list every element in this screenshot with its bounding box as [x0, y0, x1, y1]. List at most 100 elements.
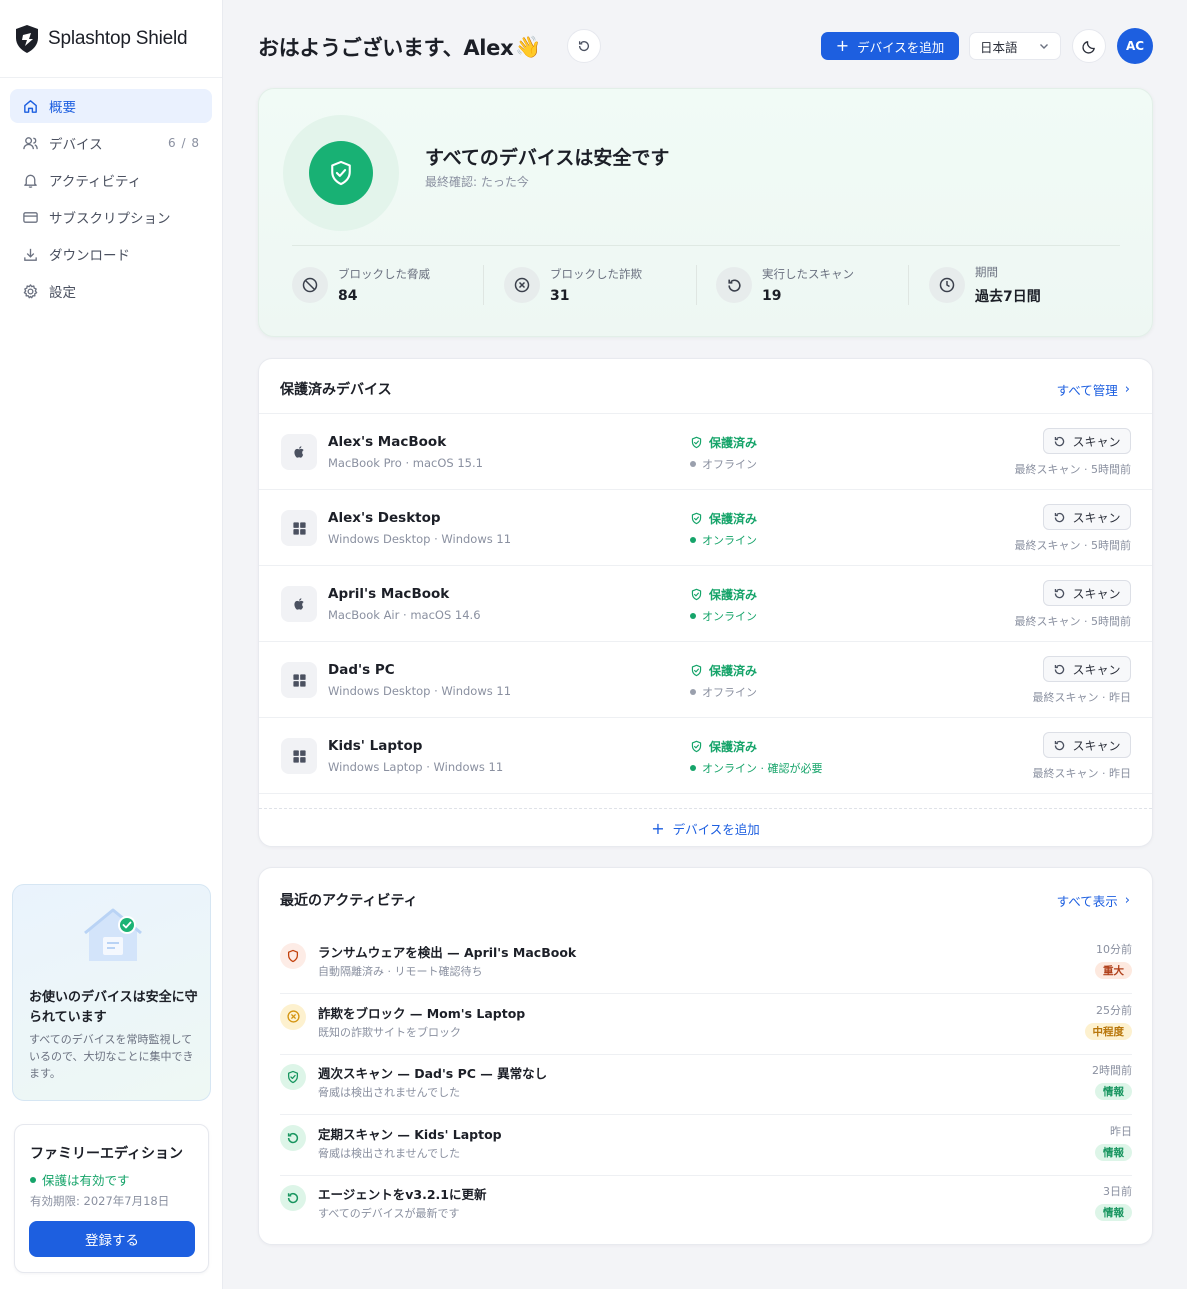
scan-button[interactable]: スキャン	[1043, 428, 1131, 454]
stat-value: 過去7日間	[975, 289, 1041, 305]
page-title: おはようございます、Alex 👋	[258, 32, 542, 62]
device-row[interactable]: Alex's Desktop Windows Desktop · Windows …	[259, 490, 1152, 566]
shield-check-icon	[331, 160, 351, 186]
activity-title: 定期スキャン — Kids' Laptop	[318, 1126, 502, 1142]
connection-label: オフライン	[702, 686, 757, 699]
shield-check-icon	[691, 588, 702, 601]
stat-text: 期間 過去7日間	[975, 264, 1041, 306]
device-os-icon	[281, 434, 317, 470]
clock-icon	[939, 277, 955, 293]
manage-all-link[interactable]: すべて管理 ›	[1057, 380, 1130, 399]
device-row[interactable]: Kids' Laptop Windows Laptop · Windows 11 保…	[259, 718, 1152, 794]
stat-value: 31	[550, 288, 570, 304]
bell-icon	[24, 174, 37, 188]
device-meta: Windows Laptop · Windows 11	[328, 760, 504, 774]
view-all-label: すべて表示	[1056, 894, 1118, 909]
brand[interactable]: Splashtop Shield	[0, 0, 222, 78]
protection-promo: お使いのデバイスは安全に守られています すべてのデバイスを常時監視しているので、…	[12, 884, 211, 1101]
protection-status: 保護済み	[690, 738, 757, 755]
activity-item[interactable]: 詐欺をブロック — Mom's Laptop 既知の詐欺サイトをブロック 25分前中…	[280, 995, 1132, 1055]
protection-label: 保護済み	[709, 436, 758, 450]
add-device-button[interactable]: + デバイスを追加	[821, 32, 959, 60]
stat-icon-wrap	[929, 267, 965, 303]
activity-detail: 既知の詐欺サイトをブロック	[318, 1025, 461, 1039]
activity-detail: 脅威は検出されませんでした	[318, 1086, 461, 1099]
refresh-icon	[1055, 740, 1065, 750]
status-dot	[690, 613, 696, 619]
scan-label: スキャン	[1072, 434, 1121, 449]
shield-check-icon	[691, 512, 702, 525]
scan-button[interactable]: スキャン	[1043, 580, 1131, 606]
activity-item[interactable]: ランサムウェアを検出 — April's MacBook 自動隔離済み · リモー…	[280, 934, 1132, 994]
sidebar-item-settings[interactable]: 設定	[10, 274, 212, 308]
sidebar-item-overview[interactable]: 概要	[10, 89, 212, 123]
device-name: Alex's MacBook	[328, 434, 447, 450]
protected-devices-card: 保護済みデバイス すべて管理 › Alex's MacBook MacBook Pr…	[258, 358, 1153, 847]
status-dot	[690, 689, 696, 695]
activity-item[interactable]: 定期スキャン — Kids' Laptop 脅威は検出されませんでした 昨日 情報	[280, 1116, 1132, 1176]
chevron-down-icon	[1040, 44, 1048, 49]
refresh-button[interactable]	[567, 29, 601, 63]
activity-icon	[280, 943, 306, 969]
last-scan-time: 最終スキャン · 昨日	[1032, 691, 1132, 704]
device-row[interactable]: April's MacBook MacBook Air · macOS 14.6 保…	[259, 566, 1152, 642]
protection-status: 保護済み	[690, 434, 757, 451]
activity-title: ランサムウェアを検出 — April's MacBook	[318, 945, 577, 960]
sidebar-item-activity[interactable]: アクティビティ	[10, 163, 212, 197]
avatar[interactable]: AC	[1117, 28, 1153, 64]
apple-icon	[294, 598, 304, 610]
activity-icon	[280, 1124, 306, 1151]
security-status-card: すべてのデバイスは安全です 最終確認: たった今 ブロックした脅威 84 ブロッ…	[258, 88, 1153, 337]
activity-detail: 自動隔離済み · リモート確認待ち	[318, 965, 483, 978]
status-subtitle: 最終確認: たった今	[425, 175, 529, 189]
sidebar-item-download[interactable]: ダウンロード	[10, 237, 212, 271]
scan-button[interactable]: スキャン	[1043, 504, 1131, 530]
shield-check-icon	[287, 1070, 299, 1084]
sidebar-item-devices[interactable]: デバイス 6 / 8	[10, 126, 212, 160]
apple-icon	[294, 446, 304, 458]
plan-status: 保護は有効です	[30, 1170, 130, 1189]
stat-icon-wrap	[504, 267, 540, 303]
stat-text: 実行したスキャン 19	[762, 266, 854, 304]
device-row[interactable]: Alex's MacBook MacBook Pro · macOS 15.1 保護…	[259, 414, 1152, 490]
scan-button[interactable]: スキャン	[1043, 732, 1131, 758]
sidebar-item-label: デバイス	[49, 137, 103, 153]
device-row[interactable]: Dad's PC Windows Desktop · Windows 11 保護済み…	[259, 642, 1152, 718]
activity-detail: すべてのデバイスが最新です	[318, 1207, 460, 1220]
stat-icon-wrap	[716, 267, 752, 303]
device-meta: Windows Desktop · Windows 11	[328, 684, 512, 698]
connection-label: オンライン · 確認が必要	[702, 762, 823, 775]
brand-name: Splashtop Shield	[48, 27, 188, 49]
sidebar-item-label: アクティビティ	[49, 174, 142, 190]
language-value: 日本語	[980, 39, 1018, 55]
sidebar-item-subscription[interactable]: サブスクリプション	[10, 200, 212, 234]
view-all-link[interactable]: すべて表示 ›	[1057, 891, 1130, 910]
protection-label: 保護済み	[709, 588, 758, 602]
divider	[292, 245, 1120, 246]
refresh-icon	[1055, 588, 1065, 598]
language-select[interactable]: 日本語	[969, 32, 1061, 60]
protection-status: 保護済み	[690, 662, 757, 679]
stat-blocked-threats: ブロックした脅威 84	[292, 265, 430, 305]
scan-button[interactable]: スキャン	[1043, 656, 1131, 682]
activity-icon	[280, 1185, 306, 1211]
protection-label: 保護済み	[709, 740, 758, 754]
register-button[interactable]: 登録する	[29, 1221, 195, 1257]
theme-toggle-button[interactable]	[1072, 29, 1106, 63]
chevron-right-icon: ›	[1124, 382, 1130, 397]
activity-time: 25分前	[1096, 1003, 1132, 1017]
stat-text: ブロックした詐欺 31	[550, 266, 642, 304]
activity-title: 詐欺をブロック — Mom's Laptop	[318, 1005, 526, 1021]
status-shield	[309, 141, 373, 205]
device-os-icon	[281, 510, 317, 546]
promo-description: すべてのデバイスを常時監視しているので、大切なことに集中できます。	[29, 1033, 194, 1080]
severity-badge: 情報	[1095, 1083, 1132, 1100]
shield-check-icon	[691, 664, 702, 677]
activity-item[interactable]: エージェントをv3.2.1に更新 すべてのデバイスが最新です 3日前 情報	[280, 1176, 1132, 1236]
sidebar-item-label: 概要	[49, 100, 76, 116]
add-device-row-button[interactable]: + デバイスを追加	[259, 808, 1152, 848]
shield-alert-icon	[287, 949, 299, 963]
sidebar-item-label: 設定	[49, 285, 76, 301]
activity-item[interactable]: 週次スキャン — Dad's PC — 異常なし 脅威は検出されませんでした 2時間…	[280, 1055, 1132, 1115]
plan-title: ファミリーエディション	[30, 1146, 184, 1162]
